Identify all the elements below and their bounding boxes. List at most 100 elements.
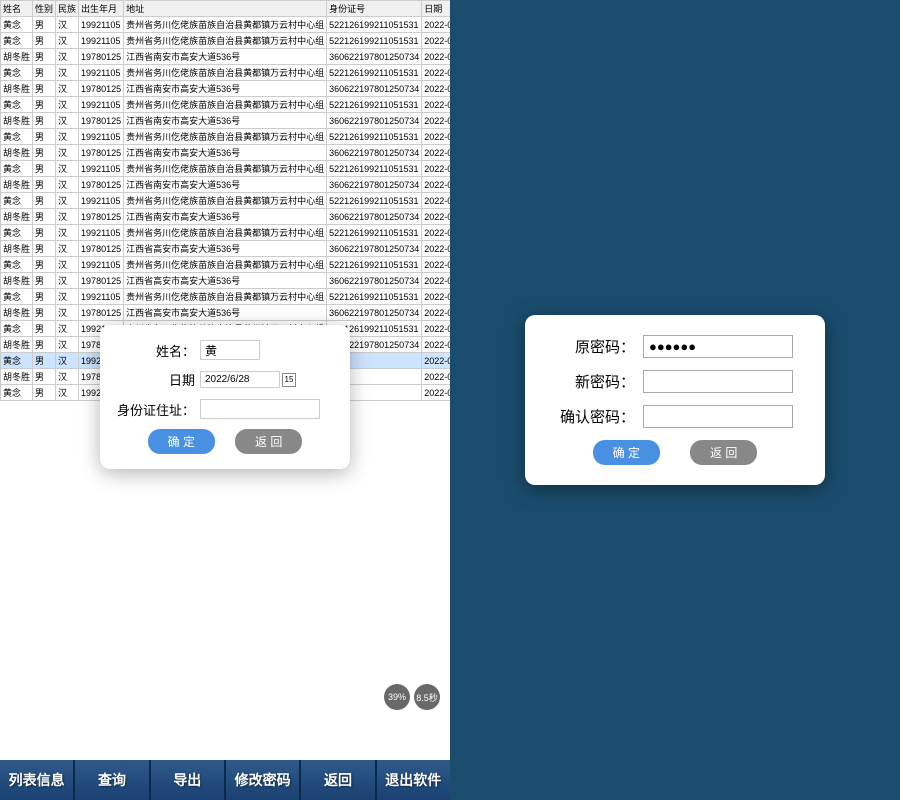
addr-input[interactable]	[200, 399, 320, 419]
table-row[interactable]: 胡冬胜男汉19780125江西省高安市高安大道536号3606221978012…	[1, 273, 451, 289]
table-cell: 522126199211051531	[327, 65, 422, 81]
table-cell: 汉	[56, 385, 79, 401]
date-input[interactable]	[200, 371, 280, 388]
table-row[interactable]: 胡冬胜男汉19780125江西省南安市高安大道536号3606221978012…	[1, 145, 451, 161]
table-cell: 汉	[56, 81, 79, 97]
progress-seconds: 8.5秒	[414, 684, 440, 710]
table-row[interactable]: 黄念男汉19921105贵州省务川仡佬族苗族自治县黄都镇万云村中心组522126…	[1, 225, 451, 241]
table-cell: 男	[33, 305, 56, 321]
table-row[interactable]: 胡冬胜男汉19780125江西省高安市高安大道536号3606221978012…	[1, 241, 451, 257]
column-header[interactable]: 日期	[422, 1, 450, 17]
table-cell: 522126199211051531	[327, 97, 422, 113]
table-cell: 黄念	[1, 161, 33, 177]
table-cell: 19780125	[79, 209, 124, 225]
table-cell: 汉	[56, 273, 79, 289]
progress-percent: 39%	[384, 684, 410, 710]
table-cell: 男	[33, 161, 56, 177]
table-cell: 贵州省务川仡佬族苗族自治县黄都镇万云村中心组	[124, 97, 327, 113]
new-pw-input[interactable]	[643, 370, 793, 393]
back-button[interactable]: 返 回	[235, 429, 302, 454]
column-header[interactable]: 出生年月	[79, 1, 124, 17]
table-cell: 胡冬胜	[1, 305, 33, 321]
nav-button[interactable]: 修改密码	[226, 760, 301, 800]
table-cell: 2022-06-29 21:32:13	[422, 321, 450, 337]
table-cell: 贵州省务川仡佬族苗族自治县黄都镇万云村中心组	[124, 17, 327, 33]
table-cell: 男	[33, 81, 56, 97]
table-row[interactable]: 黄念男汉19921105贵州省务川仡佬族苗族自治县黄都镇万云村中心组522126…	[1, 193, 451, 209]
table-row[interactable]: 胡冬胜男汉19780125江西省南安市高安大道536号3606221978012…	[1, 113, 451, 129]
table-cell: 汉	[56, 337, 79, 353]
table-cell: 男	[33, 241, 56, 257]
table-cell: 522126199211051531	[327, 257, 422, 273]
table-row[interactable]: 胡冬胜男汉19780125江西省南安市高安大道536号3606221978012…	[1, 81, 451, 97]
table-cell: 汉	[56, 305, 79, 321]
pw-back-button[interactable]: 返 回	[690, 440, 757, 465]
table-cell: 黄念	[1, 353, 33, 369]
table-cell: 汉	[56, 97, 79, 113]
table-row[interactable]: 黄念男汉19921105贵州省务川仡佬族苗族自治县黄都镇万云村中心组522126…	[1, 33, 451, 49]
table-cell: 19921105	[79, 225, 124, 241]
column-header[interactable]: 姓名	[1, 1, 33, 17]
old-pw-input[interactable]	[643, 335, 793, 358]
table-cell: 胡冬胜	[1, 113, 33, 129]
nav-button[interactable]: 列表信息	[0, 760, 75, 800]
nav-button[interactable]: 查询	[75, 760, 150, 800]
table-container: 姓名性别民族出生年月地址身份证号日期 黄念男汉19921105贵州省务川仡佬族苗…	[0, 0, 450, 760]
table-row[interactable]: 胡冬胜男汉19780125江西省南安市高安大道536号3606221978012…	[1, 177, 451, 193]
column-header[interactable]: 身份证号	[327, 1, 422, 17]
nav-button[interactable]: 退出软件	[377, 760, 450, 800]
table-cell: 贵州省务川仡佬族苗族自治县黄都镇万云村中心组	[124, 161, 327, 177]
column-header[interactable]: 地址	[124, 1, 327, 17]
table-cell: 2022-06-29 21:32:10	[422, 337, 450, 353]
table-cell: 19921105	[79, 193, 124, 209]
table-cell: 汉	[56, 129, 79, 145]
ok-button[interactable]: 确 定	[148, 429, 215, 454]
table-row[interactable]: 黄念男汉19921105贵州省务川仡佬族苗族自治县黄都镇万云村中心组522126…	[1, 257, 451, 273]
table-row[interactable]: 黄念男汉19921105贵州省务川仡佬族苗族自治县黄都镇万云村中心组522126…	[1, 289, 451, 305]
table-cell: 19921105	[79, 17, 124, 33]
table-row[interactable]: 胡冬胜男汉19780125江西省高安市高安大道536号3606221978012…	[1, 305, 451, 321]
table-cell: 2022-07-01 10:27:10	[422, 33, 450, 49]
table-cell: 19780125	[79, 305, 124, 321]
pw-ok-button[interactable]: 确 定	[593, 440, 660, 465]
name-input[interactable]	[200, 340, 260, 360]
table-cell: 2022-06-29 21:32:50	[422, 113, 450, 129]
table-cell: 胡冬胜	[1, 209, 33, 225]
password-modal: 原密码： 新密码： 确认密码： 确 定 返 回	[525, 315, 825, 485]
table-cell: 男	[33, 129, 56, 145]
table-cell: 2022-06-29 21:32:27	[422, 241, 450, 257]
table-row[interactable]: 黄念男汉19921105贵州省务川仡佬族苗族自治县黄都镇万云村中心组522126…	[1, 17, 451, 33]
table-row[interactable]: 黄念男汉19921105贵州省务川仡佬族苗族自治县黄都镇万云村中心组522126…	[1, 129, 451, 145]
table-cell: 江西省南安市高安大道536号	[124, 49, 327, 65]
column-header[interactable]: 性别	[33, 1, 56, 17]
table-cell: 男	[33, 225, 56, 241]
nav-button[interactable]: 导出	[151, 760, 226, 800]
table-cell: 360622197801250734	[327, 209, 422, 225]
calendar-icon[interactable]: 15	[282, 373, 296, 387]
table-cell: 黄念	[1, 289, 33, 305]
table-cell: 黄念	[1, 17, 33, 33]
table-cell: 贵州省务川仡佬族苗族自治县黄都镇万云村中心组	[124, 129, 327, 145]
table-cell: 522126199211051531	[327, 161, 422, 177]
table-row[interactable]: 胡冬胜男汉19780125江西省南安市高安大道536号3606221978012…	[1, 49, 451, 65]
new-pw-label: 新密码：	[545, 371, 635, 392]
table-cell: 黄念	[1, 65, 33, 81]
table-cell: 胡冬胜	[1, 81, 33, 97]
table-cell: 2022-06-29 21:32:07	[422, 353, 450, 369]
column-header[interactable]: 民族	[56, 1, 79, 17]
confirm-pw-input[interactable]	[643, 405, 793, 428]
table-cell: 江西省南安市高安大道536号	[124, 145, 327, 161]
table-cell: 汉	[56, 209, 79, 225]
table-row[interactable]: 黄念男汉19921105贵州省务川仡佬族苗族自治县黄都镇万云村中心组522126…	[1, 97, 451, 113]
table-row[interactable]: 黄念男汉19921105贵州省务川仡佬族苗族自治县黄都镇万云村中心组522126…	[1, 65, 451, 81]
table-row[interactable]: 胡冬胜男汉19780125江西省南安市高安大道536号3606221978012…	[1, 209, 451, 225]
nav-button[interactable]: 返回	[301, 760, 376, 800]
table-cell: 360622197801250734	[327, 145, 422, 161]
password-pane: 原密码： 新密码： 确认密码： 确 定 返 回	[450, 0, 900, 800]
table-cell: 汉	[56, 177, 79, 193]
table-row[interactable]: 黄念男汉19921105贵州省务川仡佬族苗族自治县黄都镇万云村中心组522126…	[1, 161, 451, 177]
table-cell: 19780125	[79, 145, 124, 161]
table-cell: 黄念	[1, 257, 33, 273]
name-label: 姓名：	[115, 341, 195, 360]
table-cell: 2022-06-29 21:32:33	[422, 209, 450, 225]
